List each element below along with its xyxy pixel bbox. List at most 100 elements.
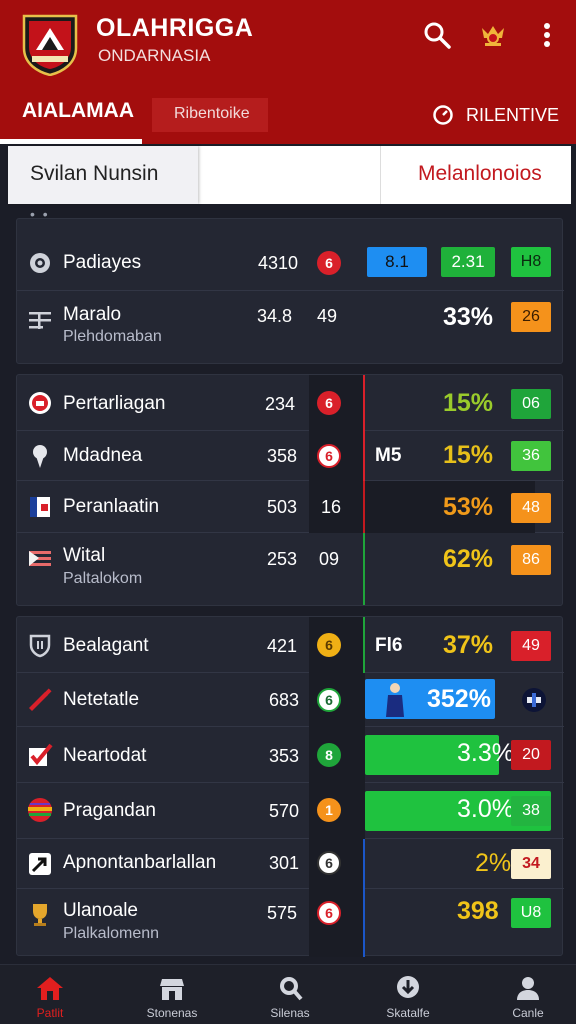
row-number: 421 bbox=[267, 636, 298, 656]
table-row[interactable]: Pertarliagan 234 6 15% 06 bbox=[17, 375, 564, 431]
divider-line bbox=[363, 839, 365, 889]
nav-search-label: Silenas bbox=[270, 1006, 310, 1020]
home-icon bbox=[37, 977, 63, 1000]
ring-icon bbox=[29, 392, 51, 414]
pin-icon bbox=[33, 445, 47, 468]
user-icon bbox=[517, 977, 539, 1000]
trophy-icon bbox=[33, 904, 47, 926]
row-badge: 86 bbox=[511, 545, 551, 575]
row-circle: 6 bbox=[317, 391, 341, 415]
row-number: 4310 bbox=[258, 253, 299, 273]
table-row[interactable]: Padiayes 4310 6 8.1 2.31 H8 bbox=[17, 219, 564, 291]
table-row[interactable]: Maralo Plehdomaban 34.8 49 33% 26 bbox=[17, 291, 564, 365]
table-row[interactable]: Bealagant 421 6 Fl6 37% 49 bbox=[17, 617, 564, 673]
tab-active-indicator bbox=[0, 139, 142, 144]
row-number: 570 bbox=[269, 801, 300, 821]
row-name: Pragandan bbox=[63, 800, 156, 821]
row-percent: 3.3% bbox=[457, 739, 514, 767]
row-badge: 48 bbox=[511, 493, 551, 523]
row-number: 358 bbox=[267, 446, 298, 466]
row-name: Ulanoale bbox=[63, 900, 138, 921]
row-name: Pertarliagan bbox=[63, 393, 166, 414]
row-number: 301 bbox=[269, 853, 300, 873]
table-row[interactable]: Netetatle 683 6 352% bbox=[17, 673, 564, 727]
row-percent: 3.0% bbox=[457, 795, 514, 823]
table-row[interactable]: Mdadnea 358 6 M5 15% 36 bbox=[17, 431, 564, 481]
row-cell bbox=[309, 481, 535, 533]
tab-relative[interactable]: RILENTIVE bbox=[428, 98, 568, 134]
download-icon bbox=[397, 976, 419, 998]
nav-store[interactable]: Stonenas bbox=[124, 965, 220, 1024]
row-badge: 49 bbox=[511, 631, 551, 661]
search-icon bbox=[280, 977, 303, 1001]
table-row[interactable]: Ulanoale Plalkalomenn 575 6 398 U8 bbox=[17, 889, 564, 957]
player-icon bbox=[386, 683, 404, 717]
check-icon bbox=[29, 743, 53, 766]
search-icon[interactable] bbox=[422, 20, 452, 50]
nav-home[interactable]: Patlit bbox=[2, 965, 98, 1024]
divider-line bbox=[363, 375, 365, 431]
row-badge: 26 bbox=[511, 302, 551, 332]
table-row[interactable]: Pragandan 570 1 3.0% 38 bbox=[17, 783, 564, 839]
ball-icon bbox=[28, 798, 52, 822]
value-chip-green: 2.31 bbox=[441, 247, 495, 277]
tab-secondary[interactable]: Ribentoike bbox=[152, 98, 268, 132]
gauge-icon bbox=[433, 105, 453, 125]
row-code: 09 bbox=[319, 549, 340, 569]
segment-right-label: Melanlonoios bbox=[418, 162, 542, 185]
segment-left-label: Svilan Nunsin bbox=[30, 162, 159, 185]
row-circle: 6 bbox=[317, 851, 341, 875]
nav-profile-label: Canle bbox=[512, 1006, 544, 1020]
stripes-icon bbox=[29, 551, 51, 566]
row-badge: 36 bbox=[511, 441, 551, 471]
nav-download-label: Skatalfe bbox=[386, 1006, 430, 1020]
row-percent: 352% bbox=[427, 685, 491, 713]
row-name: Neartodat bbox=[63, 745, 147, 766]
row-number: 234 bbox=[265, 394, 296, 414]
standings-card-1: Padiayes 4310 6 8.1 2.31 H8 Maralo Plehd… bbox=[16, 218, 564, 365]
row-circle: 6 bbox=[317, 251, 341, 275]
row-number: 253 bbox=[267, 549, 298, 569]
row-percent: 2% bbox=[475, 849, 512, 877]
store-icon bbox=[160, 979, 184, 1000]
table-row[interactable]: Neartodat 353 8 3.3% 20 bbox=[17, 727, 564, 783]
tab-relative-label: RILENTIVE bbox=[466, 105, 560, 125]
standings-card-3: Bealagant 421 6 Fl6 37% 49 Netetatle 683… bbox=[16, 616, 564, 957]
segment-right[interactable]: Melanlonoios bbox=[380, 146, 571, 204]
table-row[interactable]: Apnontanbarlallan 301 6 2% 34 bbox=[17, 839, 564, 889]
shield-icon bbox=[29, 634, 51, 658]
row-percent: 62% bbox=[443, 545, 494, 573]
table-row[interactable]: Wital Paltalokom 253 09 62% 86 bbox=[17, 533, 564, 607]
row-percent: 15% bbox=[443, 389, 494, 417]
row-badge: H8 bbox=[511, 247, 551, 277]
row-percent: 15% bbox=[443, 441, 494, 469]
standings-card-2: Pertarliagan 234 6 15% 06 Mdadnea 358 6 … bbox=[16, 374, 564, 607]
flag-icon bbox=[30, 497, 50, 517]
row-circle: 1 bbox=[317, 798, 341, 822]
row-name: Maralo bbox=[63, 304, 122, 325]
bottom-nav: Patlit Stonenas Silenas Skatalfe Canle bbox=[0, 964, 576, 1024]
nav-profile[interactable]: Canle bbox=[480, 965, 576, 1024]
flag-round-icon bbox=[522, 688, 546, 712]
row-percent: 53% bbox=[443, 493, 494, 521]
row-subtitle: Plalkalomenn bbox=[63, 925, 160, 942]
bat-icon bbox=[29, 688, 52, 711]
medal-icon[interactable] bbox=[478, 20, 508, 50]
row-name: Wital bbox=[63, 545, 106, 566]
row-name: Bealagant bbox=[63, 635, 149, 656]
row-percent: 398 bbox=[457, 897, 499, 925]
more-vertical-icon[interactable] bbox=[532, 20, 562, 50]
row-circle: 6 bbox=[317, 688, 341, 712]
app-subtitle: ONDARNASIA bbox=[98, 46, 211, 65]
row-circle: 8 bbox=[317, 743, 341, 767]
nav-search[interactable]: Silenas bbox=[242, 965, 338, 1024]
tab-main[interactable]: AIALAMAA bbox=[0, 88, 142, 144]
segment-left[interactable]: Svilan Nunsin bbox=[8, 146, 198, 204]
team-logo bbox=[22, 14, 78, 76]
row-circle: 6 bbox=[317, 633, 341, 657]
nav-download[interactable]: Skatalfe bbox=[360, 965, 456, 1024]
row-number: 683 bbox=[269, 690, 300, 710]
row-number: 34.8 bbox=[257, 306, 293, 326]
nav-store-label: Stonenas bbox=[146, 1006, 198, 1020]
table-row[interactable]: Peranlaatin 503 16 53% 48 bbox=[17, 481, 564, 533]
